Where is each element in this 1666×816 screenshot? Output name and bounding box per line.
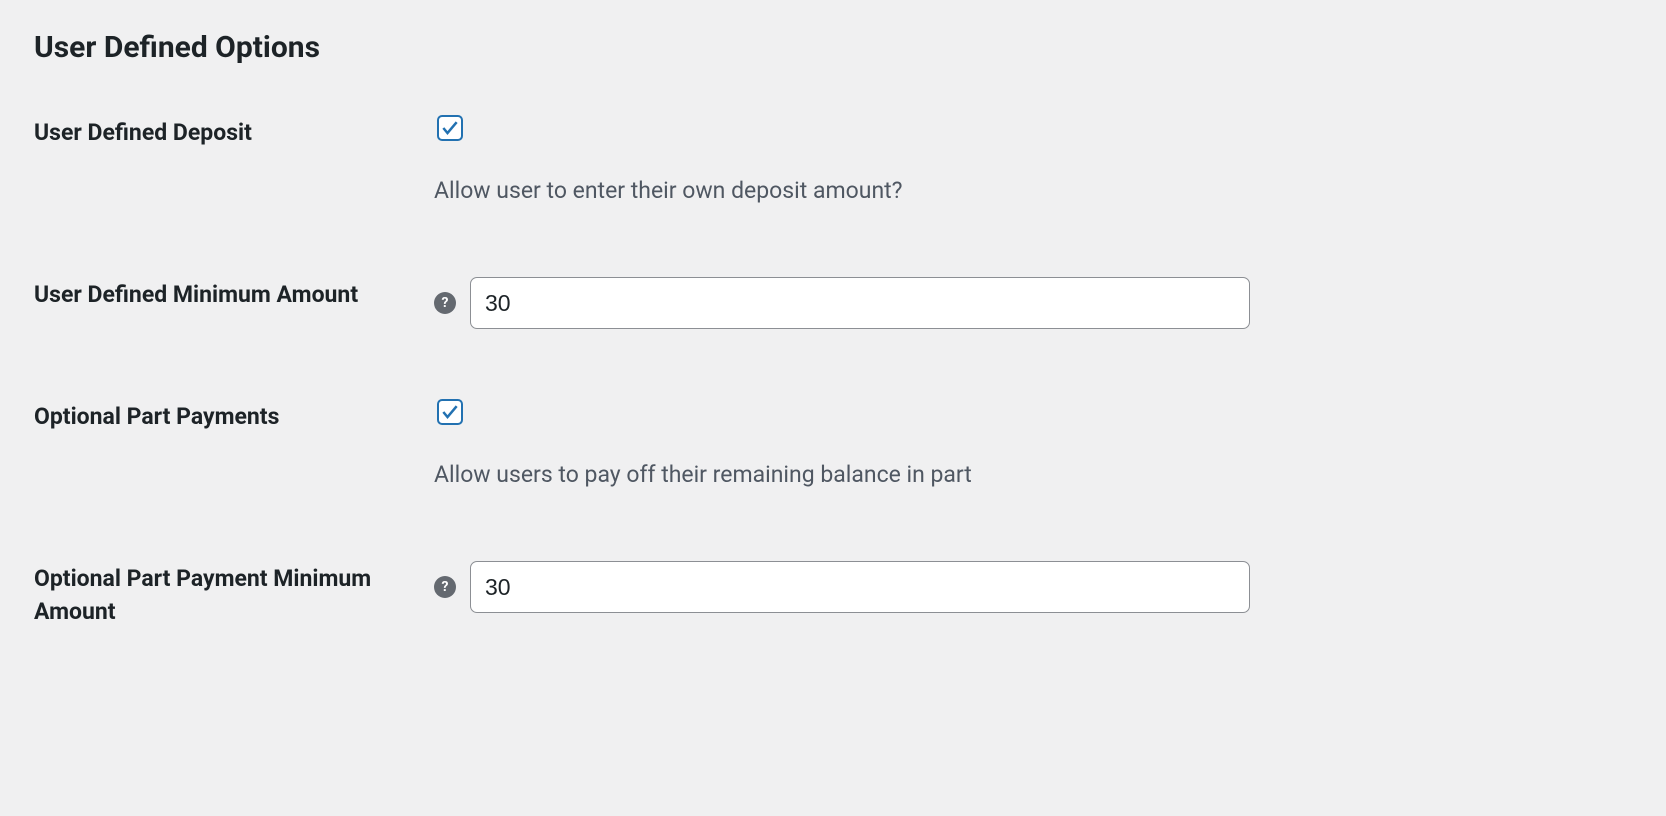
section-title: User Defined Options (34, 30, 1632, 65)
field-description: Allow users to pay off their remaining b… (434, 459, 972, 491)
field-label: User Defined Deposit (34, 115, 434, 149)
field-label: User Defined Minimum Amount (34, 277, 434, 311)
field-row-user-defined-minimum-amount: User Defined Minimum Amount ? (34, 277, 1632, 329)
user-defined-minimum-amount-input[interactable] (470, 277, 1250, 329)
help-icon[interactable]: ? (434, 576, 456, 598)
optional-part-payment-minimum-amount-input[interactable] (470, 561, 1250, 613)
field-row-optional-part-payment-minimum-amount: Optional Part Payment Minimum Amount ? (34, 561, 1632, 627)
field-description: Allow user to enter their own deposit am… (434, 175, 903, 207)
field-label: Optional Part Payment Minimum Amount (34, 561, 434, 627)
check-icon (440, 402, 460, 422)
check-icon (440, 118, 460, 138)
field-row-optional-part-payments: Optional Part Payments Allow users to pa… (34, 399, 1632, 491)
user-defined-deposit-checkbox[interactable] (437, 115, 463, 141)
optional-part-payments-checkbox[interactable] (437, 399, 463, 425)
field-label: Optional Part Payments (34, 399, 434, 433)
help-icon[interactable]: ? (434, 292, 456, 314)
field-row-user-defined-deposit: User Defined Deposit Allow user to enter… (34, 115, 1632, 207)
